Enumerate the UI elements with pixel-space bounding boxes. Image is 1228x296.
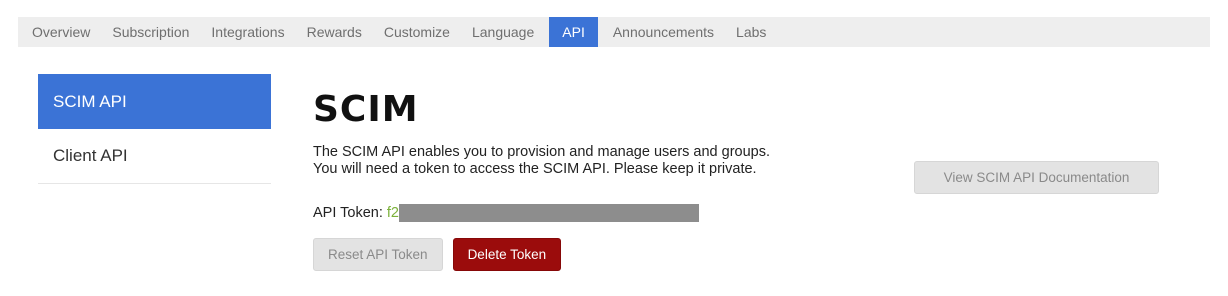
token-actions: Reset API Token Delete Token [313,238,1193,271]
delete-token-button[interactable]: Delete Token [452,238,562,271]
scim-logo-heading: SCIM [313,89,419,130]
api-token-value: f2 [386,205,399,221]
settings-tab-bar: Overview Subscription Integrations Rewar… [18,17,1210,47]
api-token-row: API Token: f2 [313,203,1193,223]
reset-api-token-button[interactable]: Reset API Token [313,238,443,271]
tab-labs[interactable]: Labs [725,17,777,47]
sidebar-item-client-api[interactable]: Client API [38,129,271,184]
api-sidebar: SCIM API Client API [38,74,271,184]
view-scim-docs-button[interactable]: View SCIM API Documentation [914,161,1159,194]
tab-integrations[interactable]: Integrations [200,17,295,47]
tab-subscription[interactable]: Subscription [101,17,200,47]
description-line-1: The SCIM API enables you to provision an… [313,144,771,160]
tab-overview[interactable]: Overview [18,17,101,47]
tab-language[interactable]: Language [461,17,545,47]
api-token-redaction [398,204,699,222]
tab-rewards[interactable]: Rewards [296,17,373,47]
api-token-label: API Token: [313,205,383,221]
tab-api[interactable]: API [549,17,598,47]
tab-announcements[interactable]: Announcements [602,17,725,47]
tab-customize[interactable]: Customize [373,17,461,47]
sidebar-item-scim-api[interactable]: SCIM API [38,74,271,129]
